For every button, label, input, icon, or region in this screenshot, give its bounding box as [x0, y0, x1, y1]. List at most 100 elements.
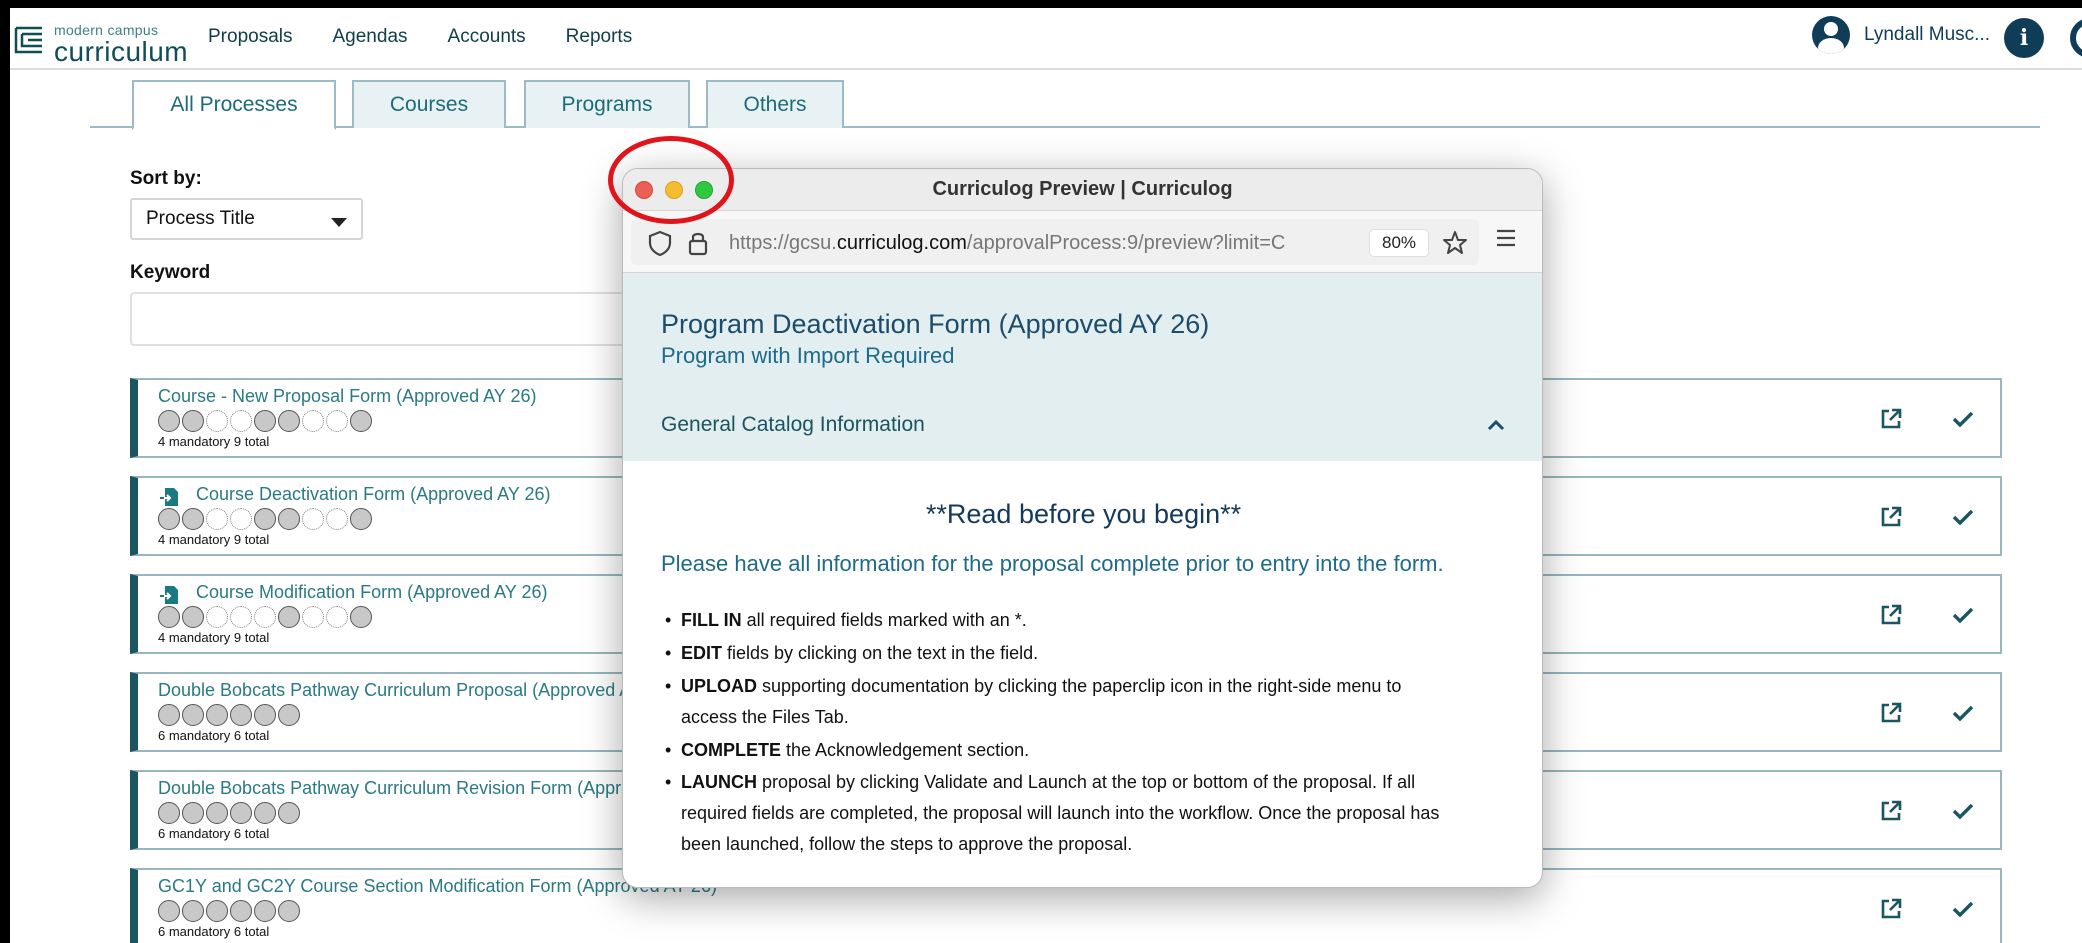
- step-dot: [278, 802, 300, 824]
- step-dot: [158, 704, 180, 726]
- main-nav: Proposals Agendas Accounts Reports: [208, 26, 632, 48]
- chevron-up-icon[interactable]: [1487, 419, 1505, 431]
- step-dot: [230, 410, 252, 432]
- external-link-icon[interactable]: [1878, 700, 1904, 726]
- tab-courses[interactable]: Courses: [352, 80, 506, 128]
- step-dot: [302, 508, 324, 530]
- step-dot: [350, 508, 372, 530]
- shield-icon[interactable]: [647, 229, 673, 257]
- process-title[interactable]: Double Bobcats Pathway Curriculum Propos…: [158, 680, 642, 701]
- step-dot: [158, 508, 180, 530]
- info-icon[interactable]: i: [2004, 18, 2044, 58]
- import-file-icon: [160, 488, 178, 506]
- sort-select[interactable]: Process Title: [130, 198, 363, 240]
- step-dot: [254, 508, 276, 530]
- step-dot: [182, 410, 204, 432]
- keyword-input[interactable]: [130, 292, 650, 346]
- process-title[interactable]: Course - New Proposal Form (Approved AY …: [158, 386, 537, 407]
- step-dot: [254, 802, 276, 824]
- step-dot: [326, 508, 348, 530]
- checkmark-icon[interactable]: [1951, 702, 1975, 724]
- step-dot: [278, 410, 300, 432]
- step-dot: [254, 606, 276, 628]
- step-dot: [182, 802, 204, 824]
- checkmark-icon[interactable]: [1951, 604, 1975, 626]
- process-title[interactable]: Course Deactivation Form (Approved AY 26…: [196, 484, 551, 505]
- lock-icon[interactable]: [687, 229, 709, 257]
- step-dot: [182, 704, 204, 726]
- checkmark-icon[interactable]: [1951, 408, 1975, 430]
- window-title: Curriculog Preview | Curriculog: [932, 178, 1233, 200]
- step-dot: [158, 606, 180, 628]
- step-dot: [182, 900, 204, 922]
- step-indicators: [158, 508, 374, 530]
- step-dot: [326, 606, 348, 628]
- tab-others[interactable]: Others: [706, 80, 844, 128]
- step-dot: [158, 900, 180, 922]
- nav-reports[interactable]: Reports: [566, 26, 633, 48]
- step-dot: [302, 410, 324, 432]
- user-menu[interactable]: Lyndall Musc...: [1812, 16, 1990, 54]
- step-dot: [278, 900, 300, 922]
- step-dot: [230, 508, 252, 530]
- checkmark-icon[interactable]: [1951, 800, 1975, 822]
- step-dot: [230, 802, 252, 824]
- tab-all-processes[interactable]: All Processes: [132, 80, 336, 130]
- step-count: 6 mandatory 6 total: [158, 728, 270, 743]
- browser-urlbar: https://gcsu.curriculog.com/approvalProc…: [623, 211, 1542, 273]
- nav-accounts[interactable]: Accounts: [448, 26, 526, 48]
- section-title[interactable]: General Catalog Information: [661, 413, 925, 437]
- external-link-icon[interactable]: [1878, 602, 1904, 628]
- page: modern campus curriculum Proposals Agend…: [0, 0, 2082, 943]
- read-heading: **Read before you begin**: [925, 499, 1242, 529]
- highlight-ring: [608, 136, 734, 224]
- nav-agendas[interactable]: Agendas: [333, 26, 408, 48]
- bookmark-star-icon[interactable]: [1441, 229, 1469, 257]
- step-dot: [350, 606, 372, 628]
- step-dot: [230, 900, 252, 922]
- step-indicators: [158, 410, 374, 432]
- list-item: EDIT fields by clicking on the text in t…: [665, 638, 1441, 669]
- external-link-icon[interactable]: [1878, 406, 1904, 432]
- list-item: UPLOAD supporting documentation by click…: [665, 671, 1441, 733]
- step-count: 4 mandatory 9 total: [158, 532, 270, 547]
- step-dot: [278, 704, 300, 726]
- logo-line2: curriculum: [54, 36, 189, 67]
- step-dot: [206, 508, 228, 530]
- external-link-icon[interactable]: [1878, 504, 1904, 530]
- process-title[interactable]: Course Modification Form (Approved AY 26…: [196, 582, 548, 603]
- step-dot: [230, 606, 252, 628]
- form-subtitle: Program with Import Required: [661, 343, 955, 368]
- form-title: Program Deactivation Form (Approved AY 2…: [661, 309, 1210, 339]
- url-text[interactable]: https://gcsu.curriculog.com/approvalProc…: [729, 232, 1353, 255]
- step-count: 6 mandatory 6 total: [158, 826, 270, 841]
- step-dot: [278, 606, 300, 628]
- checkmark-icon[interactable]: [1951, 506, 1975, 528]
- process-title[interactable]: Double Bobcats Pathway Curriculum Revisi…: [158, 778, 640, 799]
- step-dot: [158, 802, 180, 824]
- checkmark-icon[interactable]: [1951, 898, 1975, 920]
- step-dot: [206, 606, 228, 628]
- please-note: Please have all information for the prop…: [661, 551, 1444, 576]
- window-titlebar[interactable]: Curriculog Preview | Curriculog: [623, 169, 1542, 211]
- list-item: LAUNCH proposal by clicking Validate and…: [665, 767, 1441, 860]
- step-dot: [254, 900, 276, 922]
- step-dot: [326, 410, 348, 432]
- step-dot: [254, 704, 276, 726]
- external-link-icon[interactable]: [1878, 798, 1904, 824]
- step-indicators: [158, 606, 374, 628]
- hamburger-menu-icon[interactable]: [1495, 229, 1517, 247]
- sort-value: Process Title: [146, 208, 255, 229]
- step-dot: [182, 606, 204, 628]
- help-icon[interactable]: [2070, 18, 2082, 58]
- external-link-icon[interactable]: [1878, 896, 1904, 922]
- keyword-label: Keyword: [130, 262, 211, 283]
- process-tabs: All Processes Courses Programs Others: [90, 78, 2040, 130]
- tab-programs[interactable]: Programs: [524, 80, 690, 128]
- list-item: FILL IN all required fields marked with …: [665, 605, 1441, 636]
- nav-proposals[interactable]: Proposals: [208, 26, 293, 48]
- address-field[interactable]: https://gcsu.curriculog.com/approvalProc…: [631, 219, 1479, 265]
- app-logo[interactable]: modern campus curriculum: [12, 16, 192, 67]
- zoom-level[interactable]: 80%: [1369, 229, 1429, 257]
- form-header: Program Deactivation Form (Approved AY 2…: [623, 273, 1542, 461]
